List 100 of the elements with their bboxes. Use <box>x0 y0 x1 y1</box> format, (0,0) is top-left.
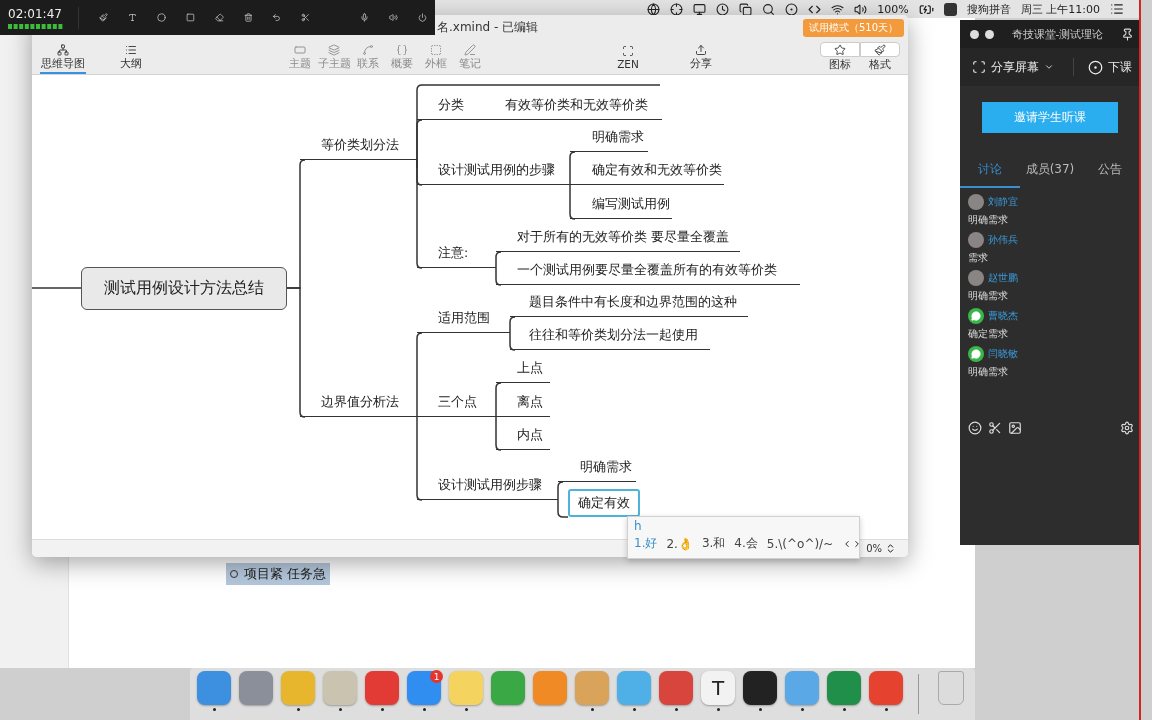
rectangle-icon <box>294 43 306 56</box>
view-tab[interactable]: 大纲 <box>108 40 154 74</box>
topic-node[interactable]: 设计测试用例步骤 <box>417 474 558 500</box>
toolbar-button[interactable]: ZEN <box>608 40 648 74</box>
chat-message: 明确需求 <box>968 365 1009 379</box>
toolbar-button[interactable]: 格式 <box>860 40 900 74</box>
topic-node[interactable]: 分类 <box>417 94 500 120</box>
pin-icon[interactable] <box>1121 27 1134 41</box>
chat-message: 明确需求 <box>968 289 1009 303</box>
chat-message: 确定需求 <box>968 327 1009 341</box>
share-screen-button[interactable]: 分享屏幕 <box>972 58 1054 76</box>
topic-node[interactable]: 编写测试用例 <box>570 193 672 219</box>
trial-badge: 试用模式（510天） <box>802 18 904 37</box>
input-method-label[interactable]: 搜狗拼音 <box>966 1 1011 17</box>
bullet-text: 项目紧 任务急 <box>244 565 327 583</box>
zoom-level[interactable]: 0% <box>866 543 882 554</box>
sender-name[interactable]: 闫晓敏 <box>988 347 1018 361</box>
crosshair-icon[interactable] <box>670 2 684 16</box>
avatar-placeholder <box>968 194 984 210</box>
topic-node[interactable]: 一个测试用例要尽量全覆盖所有的有效等价类 <box>496 259 800 285</box>
avatar-placeholder <box>968 232 984 248</box>
circle-icon <box>1088 59 1103 75</box>
topic-node[interactable]: 往往和等价类划分法一起使用 <box>510 324 710 350</box>
settings-icon[interactable] <box>1120 421 1134 435</box>
avatar-placeholder <box>968 270 984 286</box>
screen-icon <box>972 60 986 74</box>
wifi-icon[interactable] <box>831 2 845 16</box>
dashed-square-icon <box>430 43 442 56</box>
topic-node[interactable]: 离点 <box>496 391 550 417</box>
recording-time: 02:01:47 <box>8 6 63 21</box>
topic-node[interactable]: 明确需求 <box>558 456 636 482</box>
app-icon[interactable] <box>743 671 777 705</box>
toolbar-button[interactable]: 分享 <box>681 40 721 74</box>
emoji-icon[interactable] <box>968 421 982 435</box>
pen-icon <box>464 43 476 56</box>
brush-icon <box>874 43 886 56</box>
branch-line <box>32 287 82 289</box>
toolbar-button[interactable]: 图标 <box>820 40 860 74</box>
brush-icon[interactable] <box>99 10 108 25</box>
ime-candidate[interactable]: 4.会 <box>734 535 758 552</box>
app-letter: T <box>711 676 725 700</box>
panel-tab[interactable]: 成员(37) <box>1020 155 1080 188</box>
topic-node[interactable]: 设计测试用例的步骤 <box>417 159 570 185</box>
power-icon[interactable] <box>418 10 427 25</box>
editing-topic[interactable]: 确定有效 <box>568 489 640 517</box>
chat-message: 需求 <box>968 251 989 265</box>
clock-icon[interactable] <box>716 2 730 16</box>
app-icon[interactable]: T <box>701 671 735 705</box>
orb-icon[interactable] <box>785 2 799 16</box>
brace-icon <box>396 43 408 56</box>
root-topic[interactable]: 测试用例设计方法总结 <box>81 267 287 310</box>
topic-node[interactable]: 注意: <box>417 242 496 268</box>
chat-message: 明确需求 <box>968 213 1009 227</box>
battery-percent: 100% <box>877 2 909 16</box>
topic-node[interactable]: 确定有效和无效等价类 <box>570 159 724 185</box>
input-method-icon[interactable] <box>943 2 957 16</box>
copy-icon[interactable] <box>739 2 753 16</box>
trash-icon[interactable] <box>243 10 253 25</box>
menu-clock[interactable]: 周三 上午11:00 <box>1020 1 1100 17</box>
scan-icon <box>622 44 634 57</box>
level-meter-icon <box>8 23 64 29</box>
monitor-icon[interactable] <box>693 2 707 16</box>
window-title: 名.xmind - 已编辑 <box>437 19 540 36</box>
stepper-icon[interactable] <box>885 543 896 554</box>
sender-name[interactable]: 赵世鹏 <box>988 271 1018 285</box>
topic-node[interactable]: 明确需求 <box>570 126 648 152</box>
caret-icon <box>1044 62 1054 72</box>
app-icon[interactable]: 1 <box>407 671 441 705</box>
circle-icon[interactable] <box>156 10 166 25</box>
panel-title: 奇技课堂-测试理论 <box>1010 26 1105 42</box>
topic-node[interactable]: 边界值分析法 <box>300 391 417 417</box>
sender-name[interactable]: 曹晓杰 <box>988 309 1018 323</box>
volume-icon[interactable] <box>854 2 868 16</box>
scissors-icon[interactable] <box>988 421 1002 435</box>
ime-candidate[interactable]: 5.\(^o^)/~ <box>766 536 834 551</box>
upload-icon <box>695 43 707 56</box>
topic-node[interactable]: 有效等价类和无效等价类 <box>500 94 662 120</box>
topic-node[interactable]: 三个点 <box>417 391 496 417</box>
search-icon[interactable] <box>762 2 776 16</box>
topic-node[interactable]: 题目条件中有长度和边界范围的这种 <box>510 291 748 317</box>
panel-tab[interactable]: 讨论 <box>960 155 1020 188</box>
topic-node[interactable]: 上点 <box>496 357 550 383</box>
curve-icon <box>362 43 374 56</box>
image-icon[interactable] <box>1008 421 1022 435</box>
ime-candidate[interactable]: 3.和 <box>701 535 726 552</box>
globe-icon[interactable] <box>647 2 661 16</box>
topic-node[interactable]: 对于所有的无效等价类 要尽量全覆盖 <box>496 226 740 252</box>
layers-icon <box>328 43 340 56</box>
topic-node[interactable]: 适用范围 <box>417 307 510 333</box>
panel-tab[interactable]: 公告 <box>1080 155 1140 188</box>
list-icon[interactable] <box>1110 2 1124 16</box>
topic-node[interactable]: 内点 <box>496 424 550 450</box>
microphone-icon[interactable] <box>360 10 370 25</box>
list-icon <box>125 43 137 56</box>
sender-name[interactable]: 刘静宜 <box>988 195 1018 209</box>
star-icon <box>834 43 846 56</box>
topic-node[interactable]: 等价类划分法 <box>300 134 417 160</box>
notification-badge: 1 <box>430 670 443 683</box>
sender-name[interactable]: 孙伟兵 <box>988 233 1018 247</box>
end-class-button[interactable]: 下课 <box>1088 58 1132 76</box>
